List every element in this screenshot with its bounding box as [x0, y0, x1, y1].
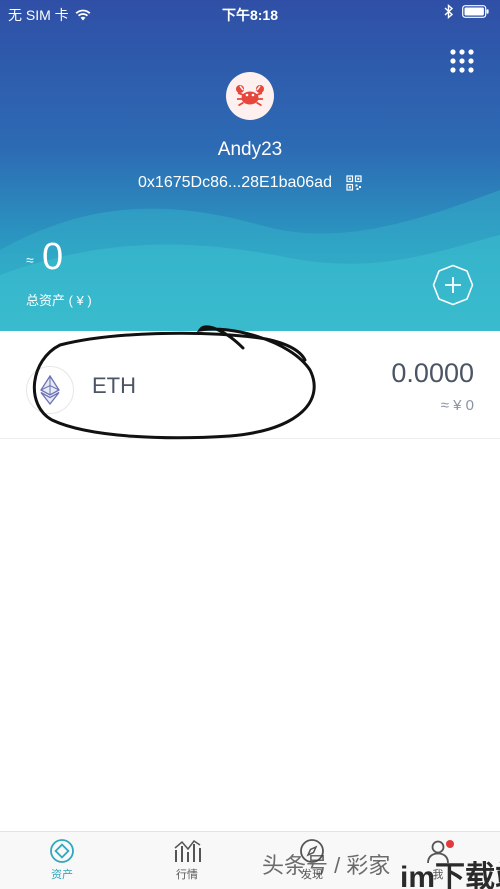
total-assets-value: 0	[42, 236, 64, 278]
tab-label: 资产	[51, 869, 73, 881]
watermark-logo: im下载站	[400, 861, 500, 889]
total-approx-symbol: ≈	[26, 252, 34, 268]
tab-label: 行情	[176, 869, 198, 881]
wallet-address: 0x1675Dc86...28E1ba06ad	[138, 174, 332, 191]
wallet-address-row[interactable]: 0x1675Dc86...28E1ba06ad	[0, 174, 500, 192]
token-fiat-value: ≈ ¥ 0	[440, 397, 474, 414]
watermark-text: 头条号 / 彩家	[262, 853, 391, 878]
token-icon-wrapper	[26, 366, 74, 414]
qr-code-icon[interactable]	[346, 175, 362, 191]
token-symbol: ETH	[92, 373, 136, 398]
tab-market[interactable]: 行情	[147, 838, 227, 882]
grid-menu-icon[interactable]	[449, 48, 475, 74]
username: Andy23	[217, 139, 283, 160]
assets-icon	[50, 839, 74, 863]
bluetooth-icon	[444, 4, 454, 19]
tab-assets[interactable]: 资产	[22, 838, 102, 882]
status-time: 下午8:18	[221, 7, 279, 23]
status-bar: 无 SIM 卡 下午8:18	[0, 0, 500, 26]
market-chart-icon	[174, 839, 201, 862]
avatar[interactable]	[226, 72, 274, 120]
ethereum-icon	[40, 375, 60, 405]
wallet-header: 无 SIM 卡 下午8:18 Andy23 0x1675Dc86...28E1b…	[0, 0, 500, 331]
token-balance: 0.0000	[391, 358, 474, 388]
add-asset-button[interactable]	[432, 264, 474, 306]
crab-avatar-icon	[236, 85, 264, 107]
battery-icon	[462, 5, 489, 18]
asset-row-eth[interactable]: ETH 0.0000 ≈ ¥ 0	[0, 331, 500, 439]
notification-badge	[446, 840, 454, 848]
total-assets-label: 总资产 ( ¥ )	[26, 293, 92, 308]
